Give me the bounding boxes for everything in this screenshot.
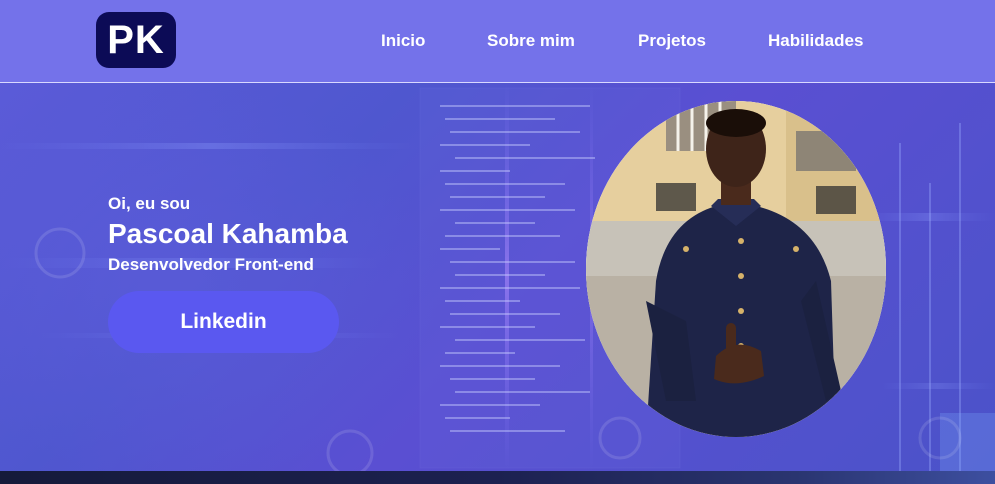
linkedin-button[interactable]: Linkedin xyxy=(108,291,339,353)
nav-link-sobre-mim[interactable]: Sobre mim xyxy=(487,31,575,51)
hero-name: Pascoal Kahamba xyxy=(108,218,348,249)
nav-link-inicio[interactable]: Inicio xyxy=(381,31,425,51)
profile-photo-image xyxy=(586,101,886,437)
nav-link-projetos[interactable]: Projetos xyxy=(638,31,706,51)
next-section-edge xyxy=(0,471,995,484)
hero-intro: Oi, eu sou xyxy=(108,194,191,213)
nav-link-habilidades[interactable]: Habilidades xyxy=(768,31,863,51)
hero-section: Oi, eu sou Pascoal Kahamba Desenvolvedor… xyxy=(0,83,995,471)
profile-photo xyxy=(586,101,886,437)
hero-role: Desenvolvedor Front-end xyxy=(108,255,314,274)
logo[interactable]: PK xyxy=(96,12,176,68)
site-header: PK Inicio Sobre mim Projetos Habilidades xyxy=(0,0,995,83)
